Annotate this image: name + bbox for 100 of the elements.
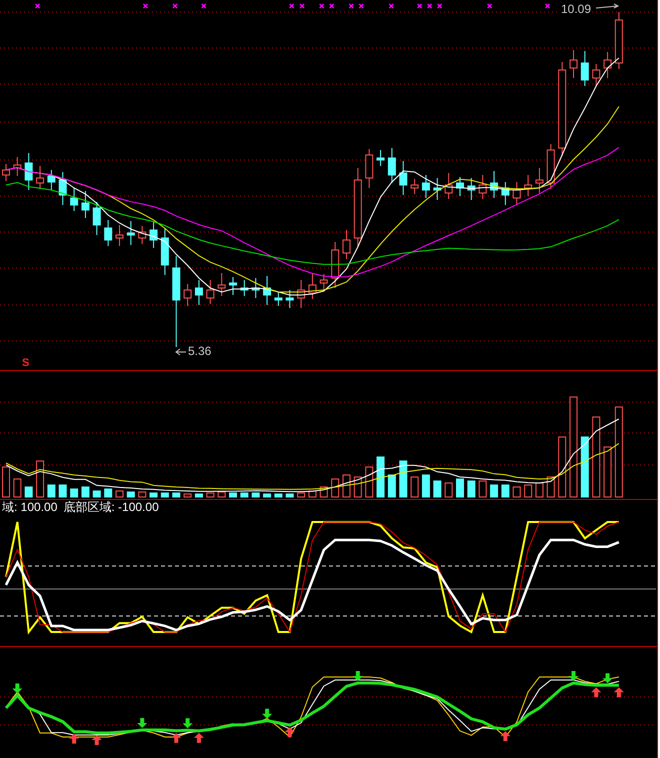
candlestick <box>206 280 214 304</box>
candlestick <box>331 242 340 288</box>
top-zone-value: 域: 100.00 <box>2 501 58 513</box>
candlestick <box>184 284 192 306</box>
candlestick <box>535 168 544 194</box>
high-price-label: 10.09 <box>560 3 592 15</box>
cross-marker-icon <box>201 4 206 8</box>
volume-bar <box>490 484 498 498</box>
leader-line <box>596 4 620 8</box>
candlestick <box>342 230 350 260</box>
up-arrow-icon <box>171 732 182 743</box>
volume-bar <box>512 486 521 498</box>
volume-bar <box>218 492 226 498</box>
candlestick <box>478 174 487 200</box>
leader-line <box>175 348 186 356</box>
volume-bar <box>478 480 487 498</box>
candlestick <box>501 182 510 206</box>
volume-bar <box>558 436 566 498</box>
candlestick <box>467 178 476 200</box>
candlestick <box>422 174 430 198</box>
candlestick <box>376 150 385 166</box>
cross-marker-icon <box>358 4 364 8</box>
volume-bar <box>58 484 67 498</box>
down-arrow-icon <box>568 671 578 681</box>
volume-bar <box>116 490 124 498</box>
up-arrow-icon <box>194 732 204 743</box>
up-arrow-icon <box>591 687 602 698</box>
volume-bar <box>92 490 101 498</box>
candlestick <box>104 220 112 246</box>
candlestick <box>81 190 90 218</box>
candlestick <box>410 178 419 194</box>
candlestick <box>433 178 442 200</box>
candlestick <box>252 278 260 298</box>
volume-bar <box>354 476 362 498</box>
candlestick <box>614 12 623 70</box>
up-arrow-icon <box>69 734 80 744</box>
volume-bar <box>263 494 272 498</box>
down-arrow-icon <box>602 673 613 684</box>
volume-bar <box>342 474 350 498</box>
low-price-label: 5.36 <box>188 345 212 357</box>
volume-bar <box>47 484 56 498</box>
candlestick <box>570 50 578 78</box>
volume-bar <box>467 480 476 498</box>
volume-bar <box>172 492 180 498</box>
cross-marker-icon <box>319 4 324 8</box>
down-arrow-icon <box>12 684 22 694</box>
up-arrow-icon <box>284 727 295 738</box>
candlestick <box>58 172 67 206</box>
candlestick <box>116 224 124 246</box>
volume-bar <box>229 492 237 498</box>
cross-marker-icon <box>172 4 178 8</box>
down-arrow-icon <box>182 718 193 728</box>
candlestick <box>150 222 158 248</box>
volume-bar <box>604 446 612 498</box>
cross-marker-icon <box>417 4 422 8</box>
volume-bar <box>184 494 192 498</box>
candlestick <box>308 272 316 300</box>
volume-bar <box>194 494 203 498</box>
volume-bar <box>399 460 408 498</box>
candlestick <box>546 144 555 190</box>
candlestick <box>138 226 146 244</box>
cross-marker-icon <box>300 4 305 8</box>
volume-bar <box>410 476 419 498</box>
volume-bar <box>535 482 544 498</box>
volume-bar <box>70 488 78 498</box>
volume-bar <box>376 456 385 498</box>
candlestick <box>92 202 101 236</box>
candlestick <box>24 152 33 190</box>
cross-marker-icon <box>35 4 40 8</box>
candlestick <box>229 276 237 296</box>
cross-marker-icon <box>388 4 394 8</box>
candlestick <box>36 166 44 190</box>
candlestick <box>365 148 374 188</box>
volume-bar <box>160 492 169 498</box>
candlestick <box>263 276 272 306</box>
candlestick <box>297 280 306 308</box>
candlestick <box>240 280 248 296</box>
candlestick <box>399 160 408 196</box>
volume-bar <box>138 492 146 498</box>
candlestick <box>444 172 453 200</box>
volume-bar <box>274 494 282 498</box>
candlestick <box>47 170 56 190</box>
cross-marker-icon <box>437 4 442 8</box>
down-arrow-icon <box>137 718 148 728</box>
volume-bar <box>331 478 340 498</box>
volume-bar <box>580 436 589 498</box>
cross-marker-icon <box>545 4 550 8</box>
candlestick <box>604 52 612 78</box>
up-arrow-icon <box>92 735 102 745</box>
candlestick <box>126 220 135 246</box>
sell-signal-mark: S <box>22 358 30 369</box>
candlestick <box>512 182 521 204</box>
volume-bar <box>36 460 44 498</box>
volume-bar <box>252 492 260 498</box>
up-arrow-icon <box>500 731 510 742</box>
volume-bar <box>81 486 90 498</box>
down-arrow-icon <box>262 708 272 719</box>
bottom-zone-value: 底部区域: -100.00 <box>63 501 159 513</box>
cross-marker-icon <box>348 4 354 8</box>
candlestick <box>524 174 532 196</box>
